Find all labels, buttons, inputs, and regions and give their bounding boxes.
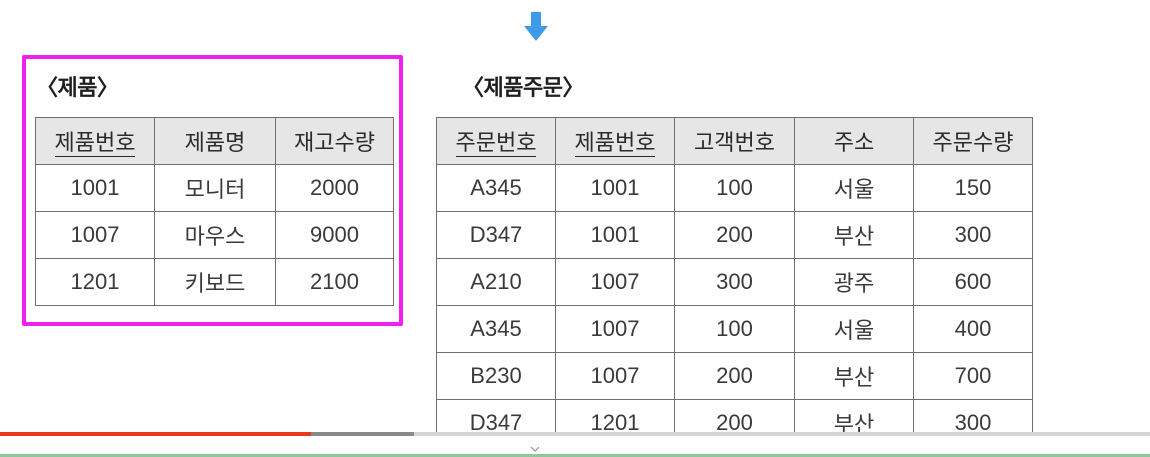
highlight-frame: [22, 55, 403, 326]
progress-buffered: [311, 432, 414, 436]
order-table: 주문번호 제품번호 고객번호 주소 주문수량 A345 1001 100 서울 …: [436, 117, 1033, 447]
progress-played: [0, 432, 311, 436]
cell-product-no: 1007: [555, 352, 675, 400]
arrow-down-icon: [524, 12, 548, 41]
cell-address: 서울: [794, 164, 914, 212]
table-row: B230 1007 200 부산 700: [436, 352, 1033, 400]
cell-order-no: B230: [436, 352, 556, 400]
column-header-product-no: 제품번호: [555, 117, 675, 165]
cell-product-no: 1001: [555, 211, 675, 259]
cell-order-no: A345: [436, 305, 556, 353]
column-header-customer-no: 고객번호: [674, 117, 795, 165]
cell-customer-no: 200: [674, 352, 795, 400]
cell-address: 서울: [794, 305, 914, 353]
table-row: A345 1007 100 서울 400: [436, 305, 1033, 353]
table-row: A345 1001 100 서울 150: [436, 164, 1033, 212]
cell-order-no: A210: [436, 258, 556, 306]
table-row: D347 1001 200 부산 300: [436, 211, 1033, 259]
cell-product-no: 1007: [555, 305, 675, 353]
cell-product-no: 1007: [555, 258, 675, 306]
cell-customer-no: 200: [674, 211, 795, 259]
order-table-caption: 〈제품주문〉: [462, 76, 584, 101]
cell-order-qty: 600: [913, 258, 1033, 306]
cell-address: 부산: [794, 352, 914, 400]
column-header-order-no: 주문번호: [436, 117, 556, 165]
cell-order-qty: 400: [913, 305, 1033, 353]
cell-order-qty: 150: [913, 164, 1033, 212]
table-header-row: 주문번호 제품번호 고객번호 주소 주문수량: [436, 117, 1033, 165]
cell-customer-no: 100: [674, 164, 795, 212]
chevron-down-icon[interactable]: [530, 446, 540, 452]
cell-order-qty: 700: [913, 352, 1033, 400]
table-row: A210 1007 300 광주 600: [436, 258, 1033, 306]
cell-product-no: 1001: [555, 164, 675, 212]
cell-order-no: D347: [436, 211, 556, 259]
cell-address: 광주: [794, 258, 914, 306]
cell-customer-no: 300: [674, 258, 795, 306]
column-header-address: 주소: [794, 117, 914, 165]
cell-order-qty: 300: [913, 211, 1033, 259]
cell-customer-no: 100: [674, 305, 795, 353]
video-progress-bar[interactable]: [0, 432, 1150, 436]
column-header-order-qty: 주문수량: [913, 117, 1033, 165]
cell-order-no: A345: [436, 164, 556, 212]
cell-address: 부산: [794, 211, 914, 259]
